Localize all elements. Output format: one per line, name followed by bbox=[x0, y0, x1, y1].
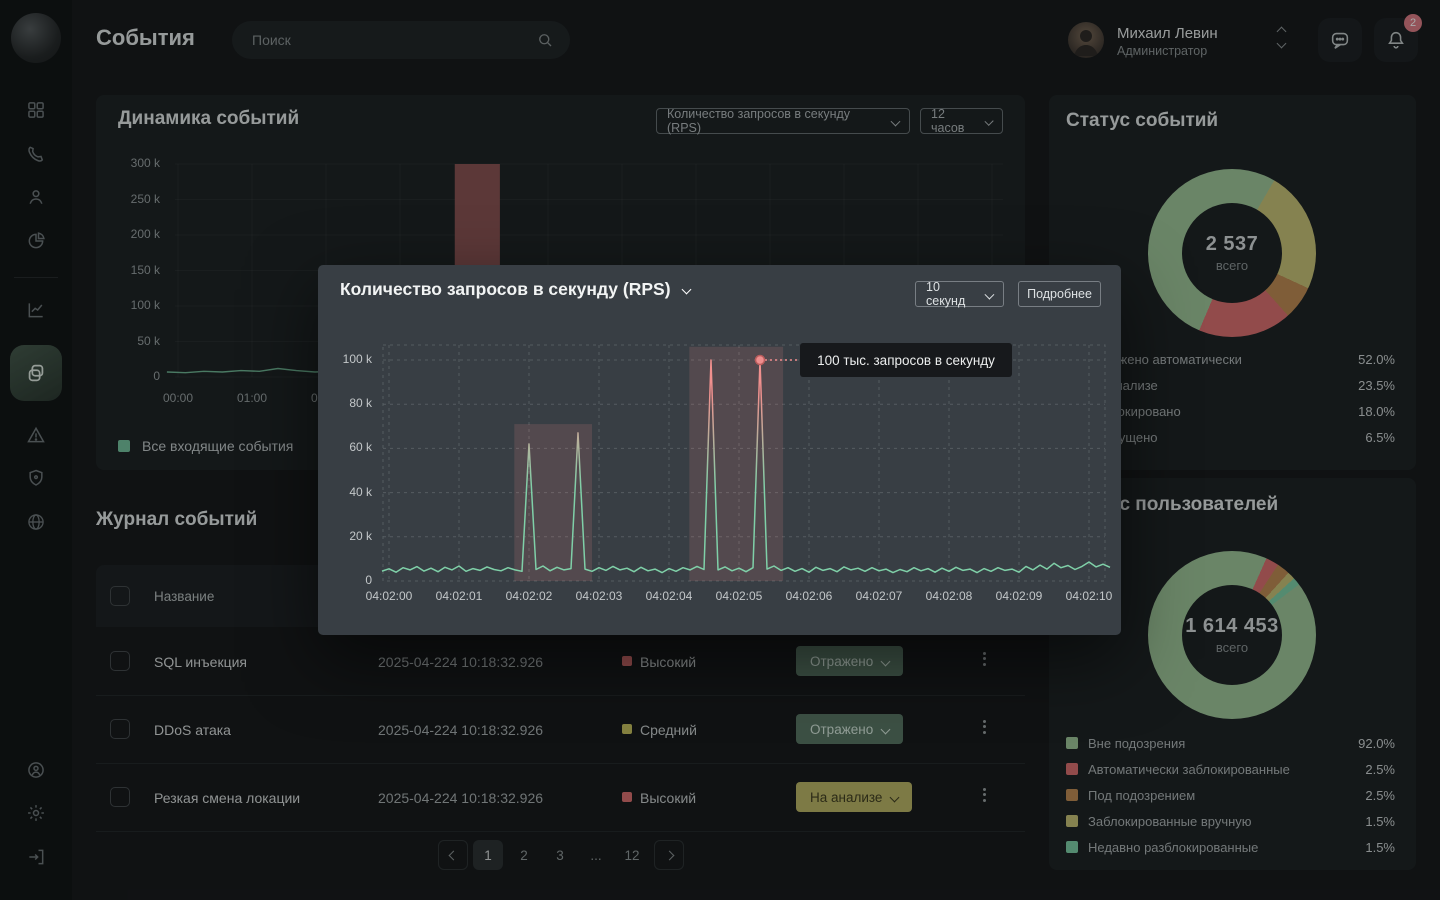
axis-tick-label: 80 k bbox=[326, 396, 372, 410]
axis-tick-label: 04:02:09 bbox=[984, 589, 1054, 603]
axis-tick-label: 04:02:04 bbox=[634, 589, 704, 603]
axis-tick-label: 04:02:07 bbox=[844, 589, 914, 603]
axis-tick-label: 20 k bbox=[326, 529, 372, 543]
chart-tooltip: 100 тыс. запросов в секунду bbox=[800, 343, 1012, 377]
axis-tick-label: 04:02:01 bbox=[424, 589, 494, 603]
axis-tick-label: 04:02:06 bbox=[774, 589, 844, 603]
axis-tick-label: 04:02:02 bbox=[494, 589, 564, 603]
axis-tick-label: 04:02:05 bbox=[704, 589, 774, 603]
axis-tick-label: 04:02:00 bbox=[354, 589, 424, 603]
axis-tick-label: 40 k bbox=[326, 485, 372, 499]
axis-tick-label: 04:02:10 bbox=[1054, 589, 1124, 603]
rps-modal: Количество запросов в секунду (RPS) 10 с… bbox=[318, 265, 1121, 635]
axis-tick-label: 60 k bbox=[326, 440, 372, 454]
axis-tick-label: 04:02:03 bbox=[564, 589, 634, 603]
tooltip-text: 100 тыс. запросов в секунду bbox=[817, 353, 995, 368]
axis-tick-label: 100 k bbox=[326, 352, 372, 366]
axis-tick-label: 0 bbox=[326, 573, 372, 587]
axis-tick-label: 04:02:08 bbox=[914, 589, 984, 603]
rps-chart bbox=[318, 265, 1121, 635]
